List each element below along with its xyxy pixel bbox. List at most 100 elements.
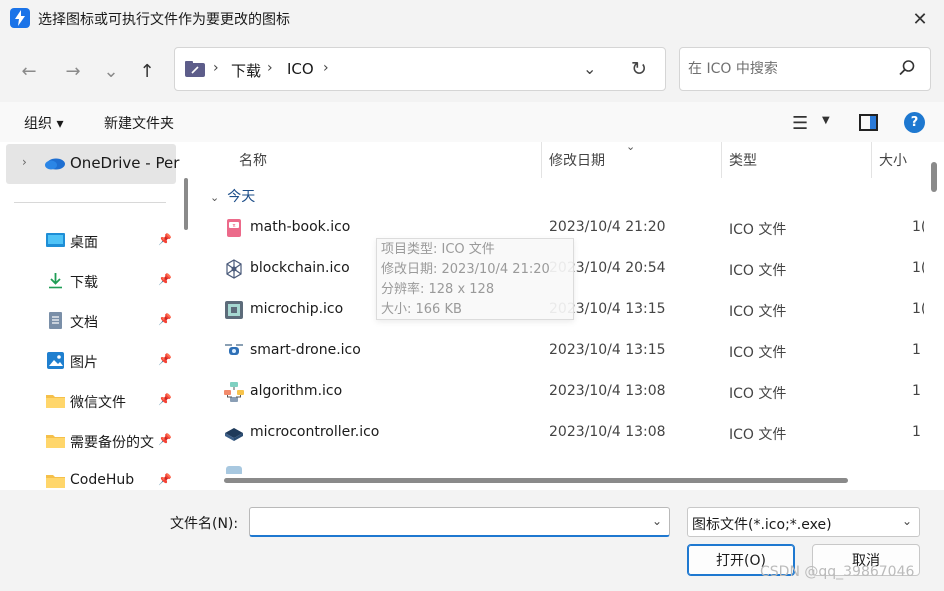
file-type: ICO 文件 [729, 263, 787, 279]
file-name: blockchain.ico [250, 260, 350, 276]
onedrive-cloud-icon [45, 158, 65, 170]
address-separator: › [267, 60, 273, 76]
algorithm-icon [224, 382, 244, 402]
address-dropdown-icon[interactable]: ⌄ [583, 59, 596, 78]
pin-icon: 📌 [158, 313, 172, 326]
address-bar[interactable]: › 下载 › ICO › ⌄ ↻ [174, 47, 666, 91]
tooltip-size: 大小: 166 KB [381, 302, 462, 317]
filetype-select[interactable]: 图标文件(*.ico;*.exe) ⌄ [687, 507, 920, 537]
pin-icon: 📌 [158, 273, 172, 286]
sidebar-item-wechat-files[interactable]: 微信文件 📌 [0, 384, 180, 420]
file-modified: 2023/10/4 21:20 [549, 219, 666, 235]
file-modified: 2023/10/4 13:08 [549, 383, 666, 399]
filename-input[interactable] [256, 512, 636, 532]
filename-combobox[interactable]: ⌄ [249, 507, 670, 537]
search-box[interactable] [679, 47, 931, 91]
column-header-type[interactable]: 类型 [729, 150, 757, 186]
file-type: ICO 文件 [729, 304, 787, 320]
sidebar-item-downloads[interactable]: 下载 📌 [0, 264, 180, 300]
filename-label: 文件名(N): [170, 516, 239, 532]
search-input[interactable] [688, 58, 888, 80]
new-folder-button[interactable]: 新建文件夹 [104, 113, 174, 133]
column-divider[interactable] [541, 142, 542, 178]
horizontal-scrollbar[interactable] [224, 478, 848, 483]
file-size: 1( [912, 301, 924, 317]
file-modified: 2023/10/4 13:08 [549, 424, 666, 440]
collapse-chevron-icon[interactable]: ⌄ [210, 191, 219, 204]
tooltip-resolution: 分辨率: 128 x 128 [381, 282, 495, 297]
group-header-today[interactable]: ⌄ 今天 [210, 186, 255, 206]
sidebar-item-label: 微信文件 [70, 395, 126, 411]
document-icon [49, 312, 62, 329]
sidebar-item-documents[interactable]: 文档 📌 [0, 304, 180, 340]
column-header-name[interactable]: 名称 [239, 150, 267, 186]
filename-dropdown-icon[interactable]: ⌄ [652, 514, 662, 528]
view-options-caret-icon[interactable]: ▼ [822, 115, 830, 126]
partial-file-icon [226, 466, 242, 474]
close-button[interactable]: ✕ [896, 0, 944, 38]
file-type: ICO 文件 [729, 427, 787, 443]
sidebar-item-backup-folder[interactable]: 需要备份的文 📌 [0, 424, 180, 460]
pin-icon: 📌 [158, 233, 172, 246]
filetype-dropdown-icon[interactable]: ⌄ [902, 514, 912, 528]
pin-icon: 📌 [158, 353, 172, 366]
file-name: algorithm.ico [250, 383, 343, 399]
sidebar-item-label: CodeHub [70, 472, 135, 488]
file-row[interactable]: algorithm.ico 2023/10/4 13:08 ICO 文件 1 [200, 374, 924, 415]
sidebar-item-onedrive[interactable]: › OneDrive - Per [6, 144, 179, 184]
smart-drone-icon [225, 344, 243, 355]
tooltip-modified: 修改日期: 2023/10/4 21:20 [381, 262, 550, 277]
file-row[interactable]: smart-drone.ico 2023/10/4 13:15 ICO 文件 1 [200, 333, 924, 374]
sidebar-item-label: 下载 [70, 275, 98, 291]
title-bar: 选择图标或可执行文件作为要更改的图标 ✕ [0, 0, 944, 38]
file-size: 1( [912, 260, 924, 276]
column-header-size[interactable]: 大小 [879, 150, 907, 186]
folder-icon [46, 475, 65, 488]
file-row[interactable]: microcontroller.ico 2023/10/4 13:08 ICO … [200, 415, 924, 456]
sidebar-item-pictures[interactable]: 图片 📌 [0, 344, 180, 380]
sidebar-item-label: 文档 [70, 315, 98, 331]
file-size: 1 [912, 383, 921, 399]
address-segment-downloads[interactable]: 下载 [231, 60, 261, 81]
microcontroller-icon [225, 428, 243, 441]
column-divider[interactable] [721, 142, 722, 178]
preview-pane-icon[interactable] [859, 114, 878, 131]
folder-icon [46, 395, 65, 408]
column-divider[interactable] [871, 142, 872, 178]
organize-menu[interactable]: 组织 ▾ [24, 113, 63, 133]
vertical-scrollbar[interactable] [931, 162, 937, 192]
address-segment-ico[interactable]: ICO [287, 60, 314, 78]
sidebar-item-label: 桌面 [70, 235, 98, 251]
search-icon[interactable] [898, 59, 916, 77]
file-name: smart-drone.ico [250, 342, 361, 358]
sidebar-item-desktop[interactable]: 桌面 📌 [0, 224, 180, 260]
file-size: 1 [912, 424, 921, 440]
download-icon [49, 273, 62, 289]
help-button[interactable]: ? [904, 112, 925, 133]
back-button[interactable]: ← [14, 56, 44, 86]
folder-icon [46, 435, 65, 448]
sidebar-item-label: 需要备份的文 [70, 435, 154, 451]
dialog-title: 选择图标或可执行文件作为要更改的图标 [38, 12, 290, 28]
view-options-icon[interactable]: ☰ [792, 113, 808, 134]
tooltip-item-type: 项目类型: ICO 文件 [381, 242, 495, 257]
up-button[interactable]: ↑ [132, 56, 162, 86]
refresh-icon[interactable]: ↻ [631, 58, 647, 80]
microchip-icon [225, 301, 243, 319]
file-size: 1( [912, 219, 924, 235]
column-header-modified[interactable]: 修改日期 [549, 150, 605, 186]
file-type: ICO 文件 [729, 386, 787, 402]
forward-button[interactable]: → [58, 56, 88, 86]
file-modified: 2023/10/4 13:15 [549, 342, 666, 358]
sort-chevron-icon: ⌄ [626, 142, 636, 153]
file-type: ICO 文件 [729, 222, 787, 238]
math-book-icon: π [227, 219, 241, 237]
sidebar-item-codehub[interactable]: CodeHub 📌 [0, 464, 180, 490]
expand-chevron-icon[interactable]: › [22, 155, 27, 169]
pin-icon: 📌 [158, 473, 172, 486]
navigation-bar: ← → ⌄ ↑ › 下载 › ICO › ⌄ ↻ [0, 38, 944, 102]
file-name: microcontroller.ico [250, 424, 380, 440]
location-folder-icon [185, 61, 205, 77]
sidebar-scrollbar[interactable] [184, 178, 188, 230]
recent-locations-button[interactable]: ⌄ [96, 56, 126, 86]
